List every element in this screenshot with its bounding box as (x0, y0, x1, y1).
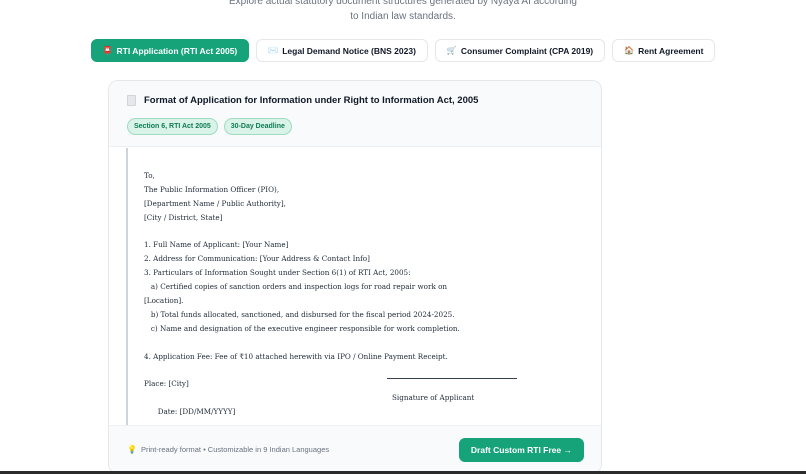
card-header: Format of Application for Information un… (109, 81, 601, 147)
card-title: Format of Application for Information un… (127, 95, 583, 106)
tab-label: RTI Application (RTI Act 2005) (116, 45, 238, 56)
document-line: Place: [City] (144, 379, 189, 389)
tab-label: Consumer Complaint (CPA 2019) (460, 45, 594, 56)
document-line: 1. Full Name of Applicant: [Your Name] (144, 240, 289, 250)
signature-label: Signature of Applicant (392, 393, 475, 403)
tab-label: Rent Agreement (638, 45, 704, 56)
document-icon (127, 95, 136, 106)
tab-rti-application[interactable]: 📮 RTI Application (RTI Act 2005) (90, 39, 250, 62)
document-line: c) Name and designation of the executive… (144, 323, 460, 333)
tab-legal-demand-notice[interactable]: ✉️ Legal Demand Notice (BNS 2023) (256, 39, 428, 62)
document-line: [Department Name / Public Authority], (144, 198, 286, 208)
date-signature-row: Date: [DD/MM/YYYY] Signature of Applican… (144, 378, 601, 416)
lightbulb-icon: 💡 (127, 445, 137, 454)
card-title-text: Format of Application for Information un… (144, 95, 479, 106)
intro-line-2: to Indian law standards. (350, 11, 456, 22)
footer-note: 💡 Print-ready format • Customizable in 9… (127, 445, 329, 454)
date-line: Date: [DD/MM/YYYY] (157, 407, 236, 417)
document-line: [City / District, State] (144, 212, 223, 222)
document-line: 3. Particulars of Information Sought und… (144, 268, 411, 278)
tab-consumer-complaint[interactable]: 🛒 Consumer Complaint (CPA 2019) (434, 39, 606, 62)
intro-line-1: Explore actual statutory document struct… (229, 0, 577, 7)
badge-group: Section 6, RTI Act 2005 30-Day Deadline (127, 118, 583, 135)
document-body: To, The Public Information Officer (PIO)… (126, 148, 601, 428)
postbox-icon: 📮 (102, 46, 113, 55)
section-badge: Section 6, RTI Act 2005 (127, 118, 218, 135)
card-footer: 💡 Print-ready format • Customizable in 9… (109, 425, 601, 473)
deadline-badge: 30-Day Deadline (223, 118, 292, 135)
document-line: To, (144, 171, 155, 180)
envelope-icon: ✉️ (268, 46, 279, 55)
document-line: 4. Application Fee: Fee of ₹10 attached … (144, 351, 448, 361)
document-line: The Public Information Officer (PIO), (144, 184, 280, 194)
document-line: a) Certified copies of sanction orders a… (144, 282, 448, 292)
house-icon: 🏠 (624, 46, 635, 55)
tab-label: Legal Demand Notice (BNS 2023) (282, 45, 416, 56)
document-line: 2. Address for Communication: [Your Addr… (144, 254, 370, 264)
document-type-tabs: 📮 RTI Application (RTI Act 2005) ✉️ Lega… (0, 39, 806, 62)
tab-rent-agreement[interactable]: 🏠 Rent Agreement (612, 39, 716, 62)
intro-text: Explore actual statutory document struct… (0, 0, 806, 24)
document-line: [Location]. (144, 296, 184, 306)
signature-line (387, 378, 517, 380)
document-line: b) Total funds allocated, sanctioned, an… (144, 309, 455, 319)
footer-note-text: Print-ready format • Customizable in 9 I… (140, 445, 330, 454)
document-preview-card: Format of Application for Information un… (108, 80, 602, 474)
draft-custom-rti-button[interactable]: Draft Custom RTI Free → (458, 437, 584, 462)
cart-icon: 🛒 (446, 46, 457, 55)
